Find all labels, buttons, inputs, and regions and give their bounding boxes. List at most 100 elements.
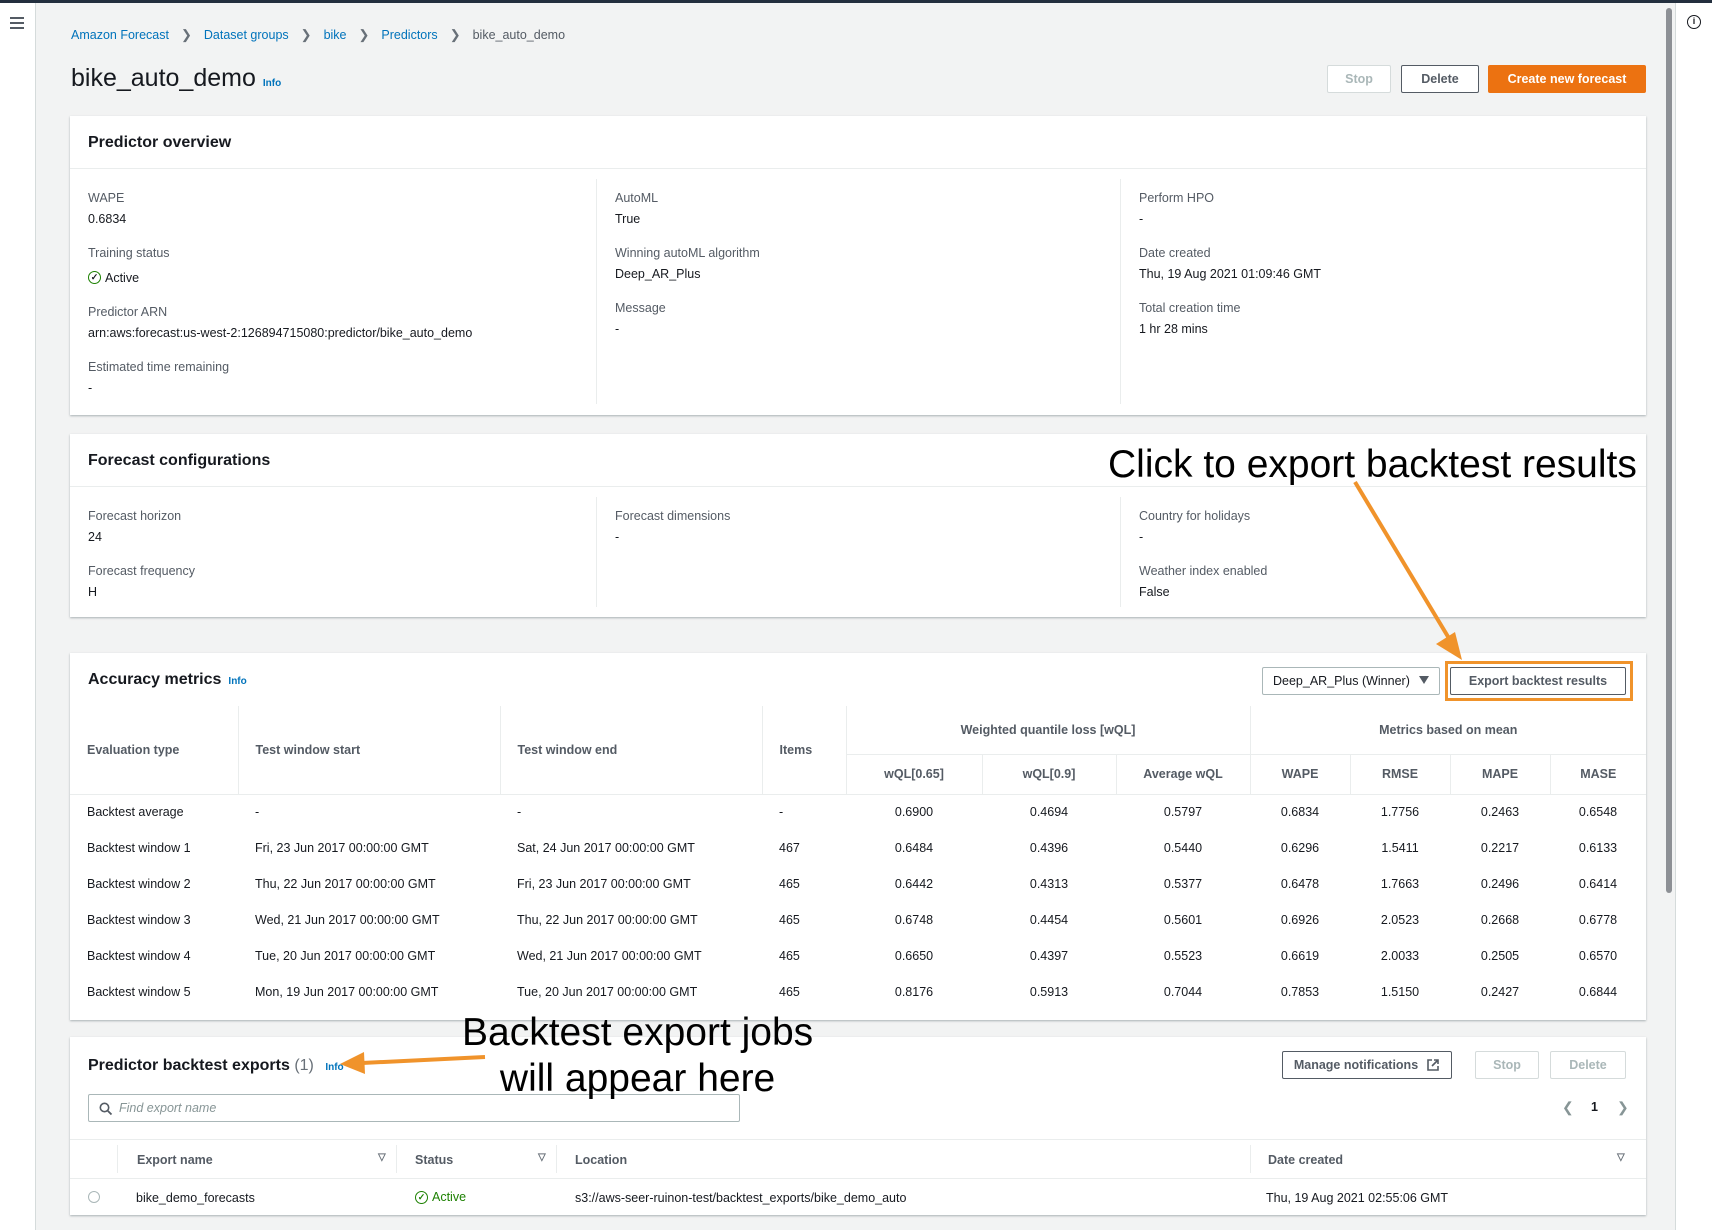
table-cell: 465: [779, 877, 800, 891]
table-cell: 0.6442: [894, 877, 934, 891]
arn-label: Predictor ARN: [88, 305, 168, 319]
table-cell: 0.2505: [1480, 949, 1520, 963]
table-cell: 0.6926: [1280, 913, 1320, 927]
manage-notifications-button[interactable]: Manage notifications: [1282, 1051, 1452, 1079]
hpo-value: -: [1139, 212, 1144, 226]
backtest-exports-panel: Predictor backtest exports (1) Info Mana…: [70, 1037, 1646, 1215]
jobs-hint-line2: will appear here: [499, 1057, 776, 1100]
row-radio[interactable]: [88, 1191, 100, 1203]
chevron-right-icon: ❯: [358, 27, 370, 42]
table-cell: -: [517, 805, 522, 820]
accuracy-metrics-table: Evaluation type Test window start Test w…: [70, 706, 1646, 1010]
stop-button[interactable]: Stop: [1327, 65, 1391, 93]
config-column-1: Forecast horizon 24 Forecast frequency H: [88, 487, 598, 619]
column-header[interactable]: Date created: [1268, 1153, 1343, 1167]
table-cell: -: [779, 805, 784, 820]
table-cell: 0.2668: [1480, 913, 1520, 927]
table-cell: 0.6133: [1578, 841, 1618, 855]
dimensions-value: -: [615, 530, 620, 544]
table-cell: 1.5411: [1381, 841, 1419, 855]
column-header: MAPE: [1449, 754, 1550, 795]
table-row[interactable]: bike_demo_forecasts ✓ Active s3://aws-see…: [70, 1179, 1646, 1215]
winning-algorithm-value: Deep_AR_Plus: [615, 267, 701, 281]
table-cell: Tue, 20 Jun 2017 00:00:00 GMT: [517, 985, 698, 999]
panel-title: Accuracy metrics Info: [88, 671, 247, 689]
table-cell: 0.6844: [1578, 985, 1618, 999]
column-header[interactable]: Status: [415, 1153, 453, 1167]
column-header: Test window start: [237, 706, 500, 795]
menu-icon[interactable]: [10, 17, 24, 29]
table-cell: Wed, 21 Jun 2017 00:00:00 GMT: [255, 913, 440, 927]
top-bar: [0, 0, 1712, 3]
column-header: wQL[0.9]: [981, 754, 1116, 795]
breadcrumb-bike[interactable]: bike: [324, 28, 347, 42]
external-link-icon: [1427, 1059, 1439, 1071]
table-cell: 0.4694: [1029, 805, 1069, 820]
table-cell: 0.2427: [1480, 985, 1520, 999]
predictor-overview-panel: Predictor overview WAPE 0.6834 Training s…: [70, 116, 1646, 415]
column-header: Items: [761, 706, 846, 795]
tools-panel: i: [1675, 3, 1712, 1230]
table-cell: Fri, 23 Jun 2017 00:00:00 GMT: [255, 841, 429, 855]
sort-icon[interactable]: ▽: [538, 1152, 546, 1163]
info-link[interactable]: Info: [228, 676, 246, 687]
table-cell: 0.2463: [1480, 805, 1520, 820]
overview-column-3: Perform HPO - Date created Thu, 19 Aug 202…: [1120, 179, 1630, 404]
exports-table-header: Export name ▽ Status ▽ Location Date cre…: [70, 1139, 1646, 1179]
info-link[interactable]: Info: [263, 78, 281, 89]
page-title: bike_auto_demo Info: [71, 64, 281, 93]
chevron-right-icon[interactable]: ❯: [1617, 1099, 1629, 1116]
table-row: Backtest average - - - 0.6900 0.4694 0.5797 0.6…: [70, 794, 1646, 830]
training-status-value: ✓ Active: [88, 271, 139, 285]
table-cell: 0.6748: [894, 913, 934, 927]
breadcrumb-predictors[interactable]: Predictors: [381, 28, 437, 42]
table-cell: 0.6570: [1578, 949, 1618, 963]
info-link[interactable]: Info: [325, 1062, 343, 1073]
breadcrumb-amazon-forecast[interactable]: Amazon Forecast: [71, 28, 169, 42]
message-value: -: [615, 322, 620, 336]
sort-icon[interactable]: ▽: [1617, 1152, 1625, 1163]
side-navigation: [0, 3, 36, 1230]
scrollbar[interactable]: [1666, 8, 1672, 893]
algorithm-select-value: Deep_AR_Plus (Winner): [1273, 674, 1410, 688]
column-divider: [117, 1145, 118, 1173]
table-cell: Wed, 21 Jun 2017 00:00:00 GMT: [517, 949, 702, 963]
exports-count: (1): [294, 1057, 314, 1074]
chevron-right-icon: ❯: [180, 27, 192, 42]
algorithm-select[interactable]: Deep_AR_Plus (Winner): [1262, 667, 1440, 695]
column-header: MASE: [1549, 754, 1646, 795]
export-location: s3://aws-seer-ruinon-test/backtest_expor…: [575, 1191, 907, 1205]
table-cell: 2.0523: [1380, 913, 1420, 927]
table-cell: 0.6778: [1578, 913, 1618, 927]
eta-value: -: [88, 381, 93, 395]
table-cell: 465: [779, 949, 800, 963]
table-cell: 0.6414: [1578, 877, 1618, 891]
chevron-right-icon: ❯: [300, 27, 312, 42]
column-group-header: Weighted quantile loss [wQL]: [845, 706, 1250, 755]
eta-label: Estimated time remaining: [88, 360, 230, 374]
page-number[interactable]: 1: [1591, 1100, 1598, 1114]
table-cell: 467: [779, 841, 800, 855]
table-cell: Backtest average: [87, 805, 184, 820]
delete-export-button[interactable]: Delete: [1550, 1051, 1626, 1079]
chevron-left-icon[interactable]: ❮: [1562, 1099, 1574, 1116]
column-header: Average wQL: [1115, 754, 1250, 795]
wape-label: WAPE: [88, 191, 125, 205]
breadcrumb-dataset-groups[interactable]: Dataset groups: [204, 28, 289, 42]
horizon-value: 24: [88, 530, 102, 544]
table-cell: Thu, 22 Jun 2017 00:00:00 GMT: [517, 913, 698, 927]
wape-value: 0.6834: [88, 212, 127, 226]
table-cell: 0.6484: [894, 841, 934, 855]
info-icon[interactable]: i: [1687, 15, 1701, 29]
sort-icon[interactable]: ▽: [378, 1152, 386, 1163]
column-header[interactable]: Export name: [137, 1153, 213, 1167]
table-cell: 0.5523: [1163, 949, 1203, 963]
delete-button[interactable]: Delete: [1401, 65, 1479, 93]
column-header[interactable]: Location: [575, 1153, 627, 1167]
table-cell: 0.5601: [1163, 913, 1203, 927]
table-cell: 0.5377: [1163, 877, 1203, 891]
page-title-text: bike_auto_demo: [71, 64, 256, 92]
column-divider: [1250, 1145, 1251, 1173]
stop-export-button[interactable]: Stop: [1475, 1051, 1539, 1079]
create-forecast-button[interactable]: Create new forecast: [1488, 65, 1646, 93]
